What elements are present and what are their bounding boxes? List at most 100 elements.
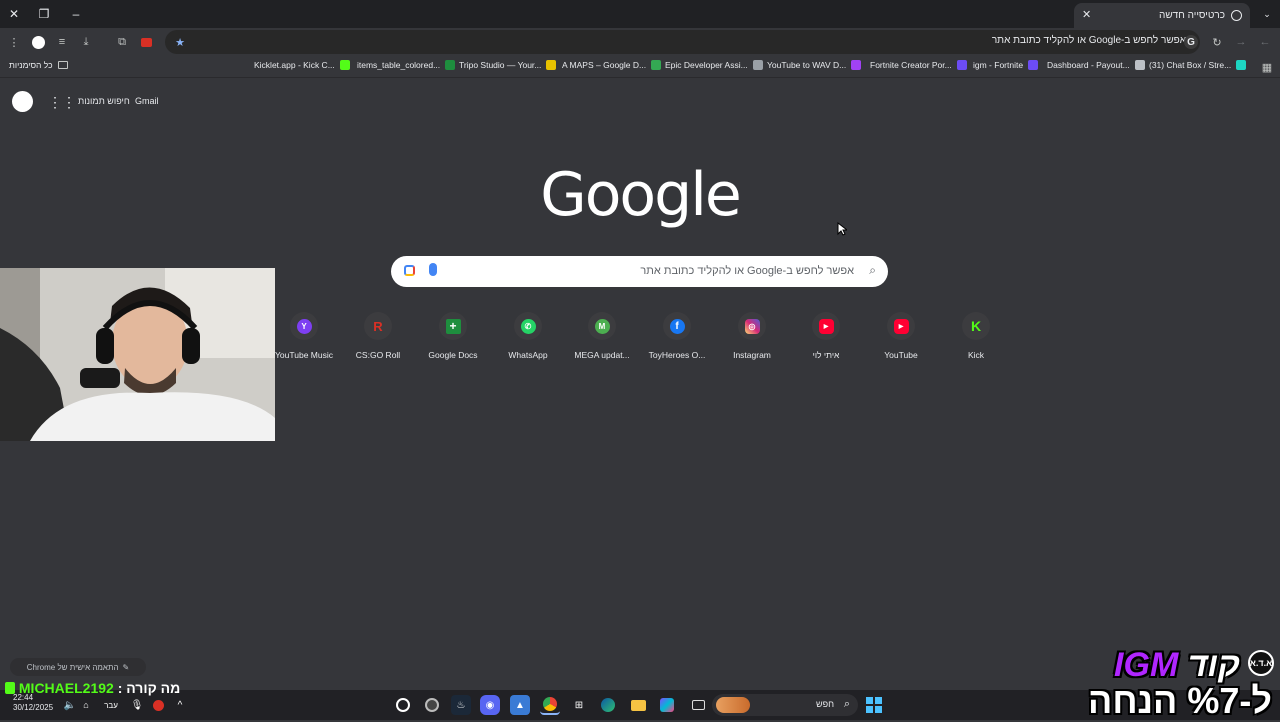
all-bookmarks-label: כל הסימניות <box>9 60 53 70</box>
windows-start-icon[interactable] <box>864 695 884 715</box>
bookmark-item[interactable]: igm - Fortnite <box>973 60 1039 70</box>
shortcut-csgo-roll[interactable]: R CS:GO Roll <box>341 312 415 360</box>
microphone-icon[interactable]: 🎙 <box>127 695 147 715</box>
promo-discount: ל-%7 הנחה <box>1088 680 1272 721</box>
bookmark-item[interactable]: YouTube to WAV D... <box>767 60 862 70</box>
shortcut-tile: f <box>663 312 691 340</box>
customize-chrome-label: התאמה אישית של Chrome <box>26 662 119 672</box>
all-bookmarks-button[interactable]: כל הסימניות <box>9 60 68 70</box>
shortcut-label: CS:GO Roll <box>355 350 401 360</box>
bookmark-item[interactable]: Tripo Studio — Your... <box>459 60 557 70</box>
tray-app-icon[interactable] <box>148 695 168 715</box>
shortcut-instagram[interactable]: ◎ Instagram <box>715 312 789 360</box>
shortcut-kick[interactable]: K Kick <box>939 312 1013 360</box>
customize-chrome-button[interactable]: ✎ התאמה אישית של Chrome <box>10 658 146 676</box>
tab-search-chevron-icon[interactable]: ⌄ <box>1257 4 1277 24</box>
task-view-icon[interactable] <box>688 695 708 715</box>
shortcut-itai-levi[interactable]: ▶ איתי לוי <box>789 312 863 360</box>
bookmark-label: Tripo Studio — Your... <box>459 60 542 70</box>
kick-icon: K <box>970 318 982 334</box>
bookmark-item[interactable]: Epic Developer Assi... <box>665 60 763 70</box>
taskbar-search[interactable]: חפש ⌕ <box>712 694 858 716</box>
discord-icon[interactable]: ◉ <box>480 695 500 715</box>
bookmark-label: Dashboard - Payout... <box>1047 60 1130 70</box>
voice-search-icon[interactable] <box>429 263 437 276</box>
tray-chevron-icon[interactable]: ^ <box>170 695 190 715</box>
minimize-window-icon[interactable]: – <box>66 4 86 24</box>
downloads-icon[interactable]: ⤓ <box>78 34 94 50</box>
taskbar-app-photos-icon[interactable]: ▲ <box>510 695 530 715</box>
search-icon: ⌕ <box>843 698 850 710</box>
gmail-link[interactable]: Gmail <box>135 96 159 106</box>
shortcut-mega[interactable]: M MEGA updat... <box>565 312 639 360</box>
images-link[interactable]: חיפוש תמונות <box>78 96 130 106</box>
shortcut-whatsapp[interactable]: ✆ WhatsApp <box>491 312 565 360</box>
back-icon[interactable]: ← <box>1257 34 1273 50</box>
youtube-channel-icon: ▶ <box>818 318 834 334</box>
shortcut-tile: K <box>962 312 990 340</box>
taskbar-app-obs-icon[interactable] <box>393 695 413 715</box>
shortcut-label: WhatsApp <box>508 350 548 360</box>
shortcut-tile: M <box>588 312 616 340</box>
tab-new-tab[interactable]: כרטיסייה חדשה ✕ <box>1074 3 1250 28</box>
profile-avatar[interactable] <box>30 34 46 50</box>
webcam-overlay <box>0 268 275 441</box>
shortcut-tile: R <box>364 312 392 340</box>
bookmarks-overflow-icon[interactable]: ▦ <box>1259 59 1275 75</box>
bookmark-label: Fortnite Creator Por... <box>870 60 952 70</box>
address-bar-text[interactable]: אפשר לחפש ב-Google או להקליד כתובת אתר <box>992 35 1186 46</box>
bookmark-star-icon[interactable]: ★ <box>172 34 188 50</box>
shortcut-youtube-music[interactable]: Y YouTube Music <box>267 312 341 360</box>
instagram-icon: ◎ <box>744 318 760 334</box>
bookmark-item[interactable]: Dashboard - Payout... <box>1047 60 1145 70</box>
bookmark-item[interactable]: A MAPS – Google D... <box>562 60 662 70</box>
shortcut-label: YouTube <box>884 350 918 360</box>
file-explorer-icon[interactable] <box>628 695 648 715</box>
profile-avatar[interactable] <box>12 91 33 112</box>
folder-icon <box>57 61 68 69</box>
fortnite-icon <box>956 60 967 70</box>
extensions-icon[interactable]: ⧉ <box>114 34 130 50</box>
bookmark-item[interactable]: Kicklet.app - Kick C... <box>254 60 350 70</box>
apps-grid-icon[interactable]: ⋮⋮ <box>48 94 76 111</box>
reload-icon[interactable]: ↻ <box>1209 34 1225 50</box>
kicklet-icon <box>339 60 350 70</box>
bookmark-label: Kicklet.app - Kick C... <box>254 60 335 70</box>
shortcut-label: YouTube Music <box>275 350 333 360</box>
restore-window-icon[interactable]: ❐ <box>34 4 54 24</box>
google-docs-icon: + <box>445 318 461 334</box>
close-window-icon[interactable]: ✕ <box>4 4 24 24</box>
bookmark-item[interactable]: (31) Chat Box / Stre... <box>1149 60 1247 70</box>
steam-icon[interactable]: ♨ <box>451 695 471 715</box>
menu-dots-icon[interactable]: ⋮ <box>6 34 22 50</box>
taskbar-app-recorder-icon[interactable] <box>422 695 442 715</box>
bookmark-item[interactable]: items_table_colored... <box>357 60 456 70</box>
media-controls-icon[interactable]: ≡ <box>54 34 70 50</box>
search-box[interactable]: אפשר לחפש ב-Google או להקליד כתובת אתר ⌕ <box>391 256 888 287</box>
shortcut-tile: ✆ <box>514 312 542 340</box>
microsoft-store-icon[interactable]: ⊞ <box>569 695 589 715</box>
lens-icon[interactable] <box>404 265 415 276</box>
microsoft-365-icon[interactable] <box>657 695 677 715</box>
shortcut-toyheroes[interactable]: f ToyHeroes O... <box>640 312 714 360</box>
search-widget-image <box>716 697 750 713</box>
promo-code-word: קוד <box>1187 646 1240 684</box>
shortcut-label: Instagram <box>733 350 771 360</box>
extension-record-icon[interactable] <box>138 34 154 50</box>
shortcut-google-docs[interactable]: + Google Docs <box>416 312 490 360</box>
google-drive-icon <box>651 60 662 70</box>
clock-date[interactable]: 30/12/2025 <box>13 703 53 712</box>
forward-icon[interactable]: → <box>1233 34 1249 50</box>
language-indicator[interactable]: עבר <box>100 695 122 715</box>
shortcut-youtube[interactable]: ▶ YouTube <box>864 312 938 360</box>
chrome-icon[interactable] <box>540 695 560 715</box>
bookmark-item[interactable]: Fortnite Creator Por... <box>870 60 967 70</box>
edge-icon[interactable] <box>598 695 618 715</box>
search-placeholder: אפשר לחפש ב-Google או להקליד כתובת אתר <box>640 265 854 277</box>
youtube-music-icon: Y <box>296 318 312 334</box>
shortcut-tile: + <box>439 312 467 340</box>
shortcut-label: MEGA updat... <box>574 350 630 360</box>
google-logo: Google <box>540 160 742 230</box>
tab-close-icon[interactable]: ✕ <box>1082 8 1091 21</box>
network-icon[interactable]: ⌂ <box>76 695 96 715</box>
